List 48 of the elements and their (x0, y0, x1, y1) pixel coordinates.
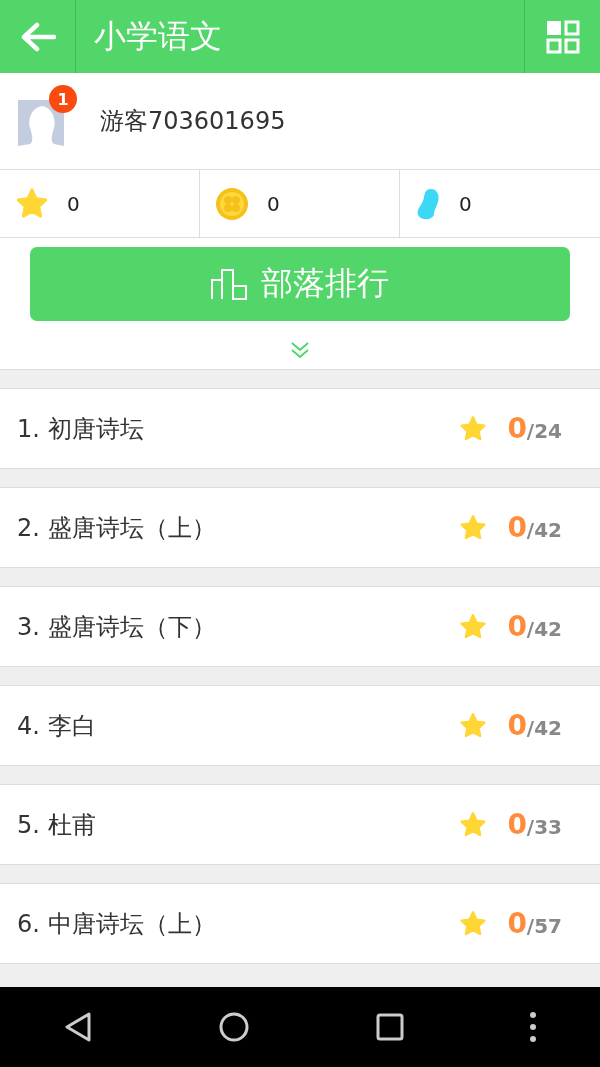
lesson-row[interactable]: 6. 中唐诗坛（上） 0/57 (0, 883, 600, 964)
lesson-total: /42 (526, 716, 562, 740)
lesson-row[interactable]: 3. 盛唐诗坛（下） 0/42 (0, 586, 600, 667)
lesson-total: /42 (526, 518, 562, 542)
circle-home-icon (218, 1011, 251, 1043)
home-nav-button[interactable] (218, 1011, 251, 1043)
lesson-score: 0 (507, 709, 527, 742)
star-icon (459, 711, 488, 740)
stat-value: 0 (67, 191, 80, 216)
lesson-title: 2. 盛唐诗坛（上） (17, 512, 217, 544)
stat-value: 0 (267, 191, 280, 216)
lesson-score: 0 (507, 511, 527, 544)
star-icon (459, 810, 488, 839)
lesson-row[interactable]: 4. 李白 0/42 (0, 685, 600, 766)
back-arrow-icon (19, 21, 56, 52)
lesson-score: 0 (507, 808, 527, 841)
lesson-title: 5. 杜甫 (17, 809, 97, 841)
overflow-menu-button[interactable] (529, 1011, 538, 1043)
bar-chart-icon (211, 268, 247, 300)
lesson-total: /24 (526, 419, 562, 443)
square-recents-icon (375, 1013, 404, 1041)
lesson-title: 4. 李白 (17, 710, 97, 742)
star-icon (459, 513, 488, 542)
lesson-row[interactable]: 2. 盛唐诗坛（上） 0/42 (0, 487, 600, 568)
lesson-row[interactable]: 1. 初唐诗坛 0/24 (0, 388, 600, 469)
lesson-title: 1. 初唐诗坛 (17, 413, 145, 445)
star-icon (459, 612, 488, 641)
more-icon (529, 1011, 538, 1043)
grid-icon (545, 19, 580, 54)
lesson-score: 0 (507, 412, 527, 445)
star-icon (15, 186, 49, 221)
star-icon (459, 414, 488, 443)
page-title: 小学语文 (93, 15, 223, 57)
recents-nav-button[interactable] (375, 1013, 404, 1041)
lesson-total: /42 (526, 617, 562, 641)
lesson-row[interactable]: 5. 杜甫 0/33 (0, 784, 600, 865)
coin-icon (215, 186, 249, 221)
lesson-score: 0 (507, 610, 527, 643)
user-name: 游客703601695 (100, 106, 286, 137)
lesson-title: 3. 盛唐诗坛（下） (17, 611, 217, 643)
star-icon (459, 909, 488, 938)
lesson-total: /33 (526, 815, 562, 839)
lesson-total: /57 (526, 914, 562, 938)
stat-value: 0 (459, 191, 472, 216)
lesson-title: 6. 中唐诗坛（上） (17, 908, 217, 940)
notification-badge: 1 (49, 85, 77, 113)
lesson-score: 0 (507, 907, 527, 940)
drop-icon (415, 187, 441, 220)
